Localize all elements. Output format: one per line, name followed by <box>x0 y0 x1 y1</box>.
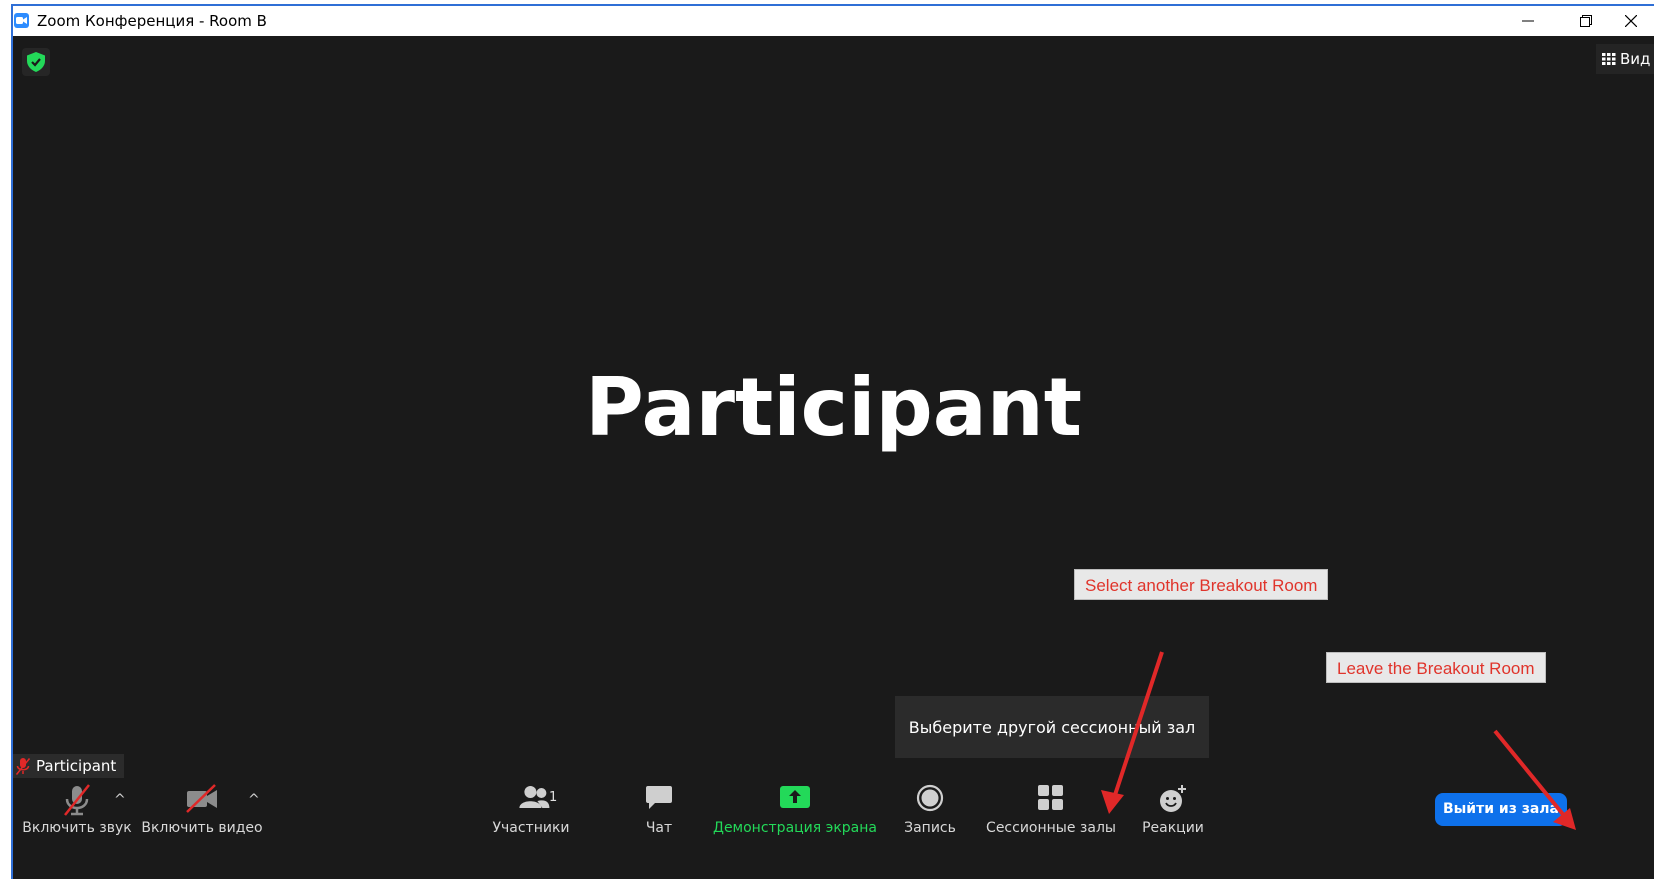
share-screen-button[interactable]: Демонстрация экрана <box>713 778 877 879</box>
muted-microphone-icon <box>62 784 92 820</box>
close-button[interactable] <box>1608 6 1654 36</box>
leave-room-button[interactable]: Выйти из зала <box>1435 793 1567 826</box>
participants-button[interactable]: 1 Участники <box>483 778 579 879</box>
grid-icon <box>1602 53 1616 65</box>
security-shield-icon[interactable] <box>22 48 50 76</box>
participants-count: 1 <box>549 790 558 805</box>
participants-icon <box>517 784 551 816</box>
name-tag-label: Participant <box>36 757 117 775</box>
reactions-label: Реакции <box>1142 820 1204 836</box>
start-video-label: Включить видео <box>141 820 263 836</box>
breakout-rooms-icon <box>1037 784 1065 816</box>
chat-button[interactable]: Чат <box>629 778 689 879</box>
participants-label: Участники <box>492 820 570 836</box>
record-label: Запись <box>904 820 956 836</box>
reactions-smiley-icon <box>1158 784 1188 818</box>
tooltip-text: Выберите другой сессионный зал <box>908 717 1196 737</box>
zoom-app-icon <box>14 13 29 28</box>
participant-display-name: Participant <box>585 361 1082 454</box>
muted-mic-icon <box>16 758 30 775</box>
breakout-rooms-button[interactable]: Сессионные залы <box>985 778 1117 879</box>
participant-name-tag: Participant <box>13 754 125 778</box>
restore-button[interactable] <box>1563 6 1609 36</box>
annotation-select-room: Select another Breakout Room <box>1074 569 1329 600</box>
chat-bubble-icon <box>645 784 673 816</box>
share-screen-label: Демонстрация экрана <box>713 820 877 836</box>
video-options-caret-icon[interactable]: ^ <box>248 792 260 808</box>
minimize-button[interactable] <box>1505 6 1551 36</box>
start-video-button[interactable]: Включить видео <box>141 778 263 879</box>
annotation-leave-room: Leave the Breakout Room <box>1326 652 1546 683</box>
zoom-window: Zoom Конференция - Room B Вид Participan… <box>11 4 1654 879</box>
unmute-label: Включить звук <box>22 820 132 836</box>
view-label: Вид <box>1620 50 1651 68</box>
record-icon <box>916 784 944 816</box>
title-bar: Zoom Конференция - Room B <box>13 6 1654 36</box>
video-stage: Вид Participant Select another Breakout … <box>13 36 1654 879</box>
audio-options-caret-icon[interactable]: ^ <box>114 792 126 808</box>
share-screen-icon <box>779 784 811 814</box>
record-button[interactable]: Запись <box>893 778 967 879</box>
breakout-rooms-label: Сессионные залы <box>986 820 1116 836</box>
video-off-icon <box>185 784 219 818</box>
breakout-tooltip: Выберите другой сессионный зал <box>895 696 1209 758</box>
window-title: Zoom Конференция - Room B <box>37 12 267 30</box>
reactions-button[interactable]: Реакции <box>1133 778 1213 879</box>
meeting-toolbar: Включить звук ^ Включить видео ^ 1 Участ… <box>13 778 1654 879</box>
view-button[interactable]: Вид <box>1596 44 1654 74</box>
chat-label: Чат <box>645 820 673 836</box>
